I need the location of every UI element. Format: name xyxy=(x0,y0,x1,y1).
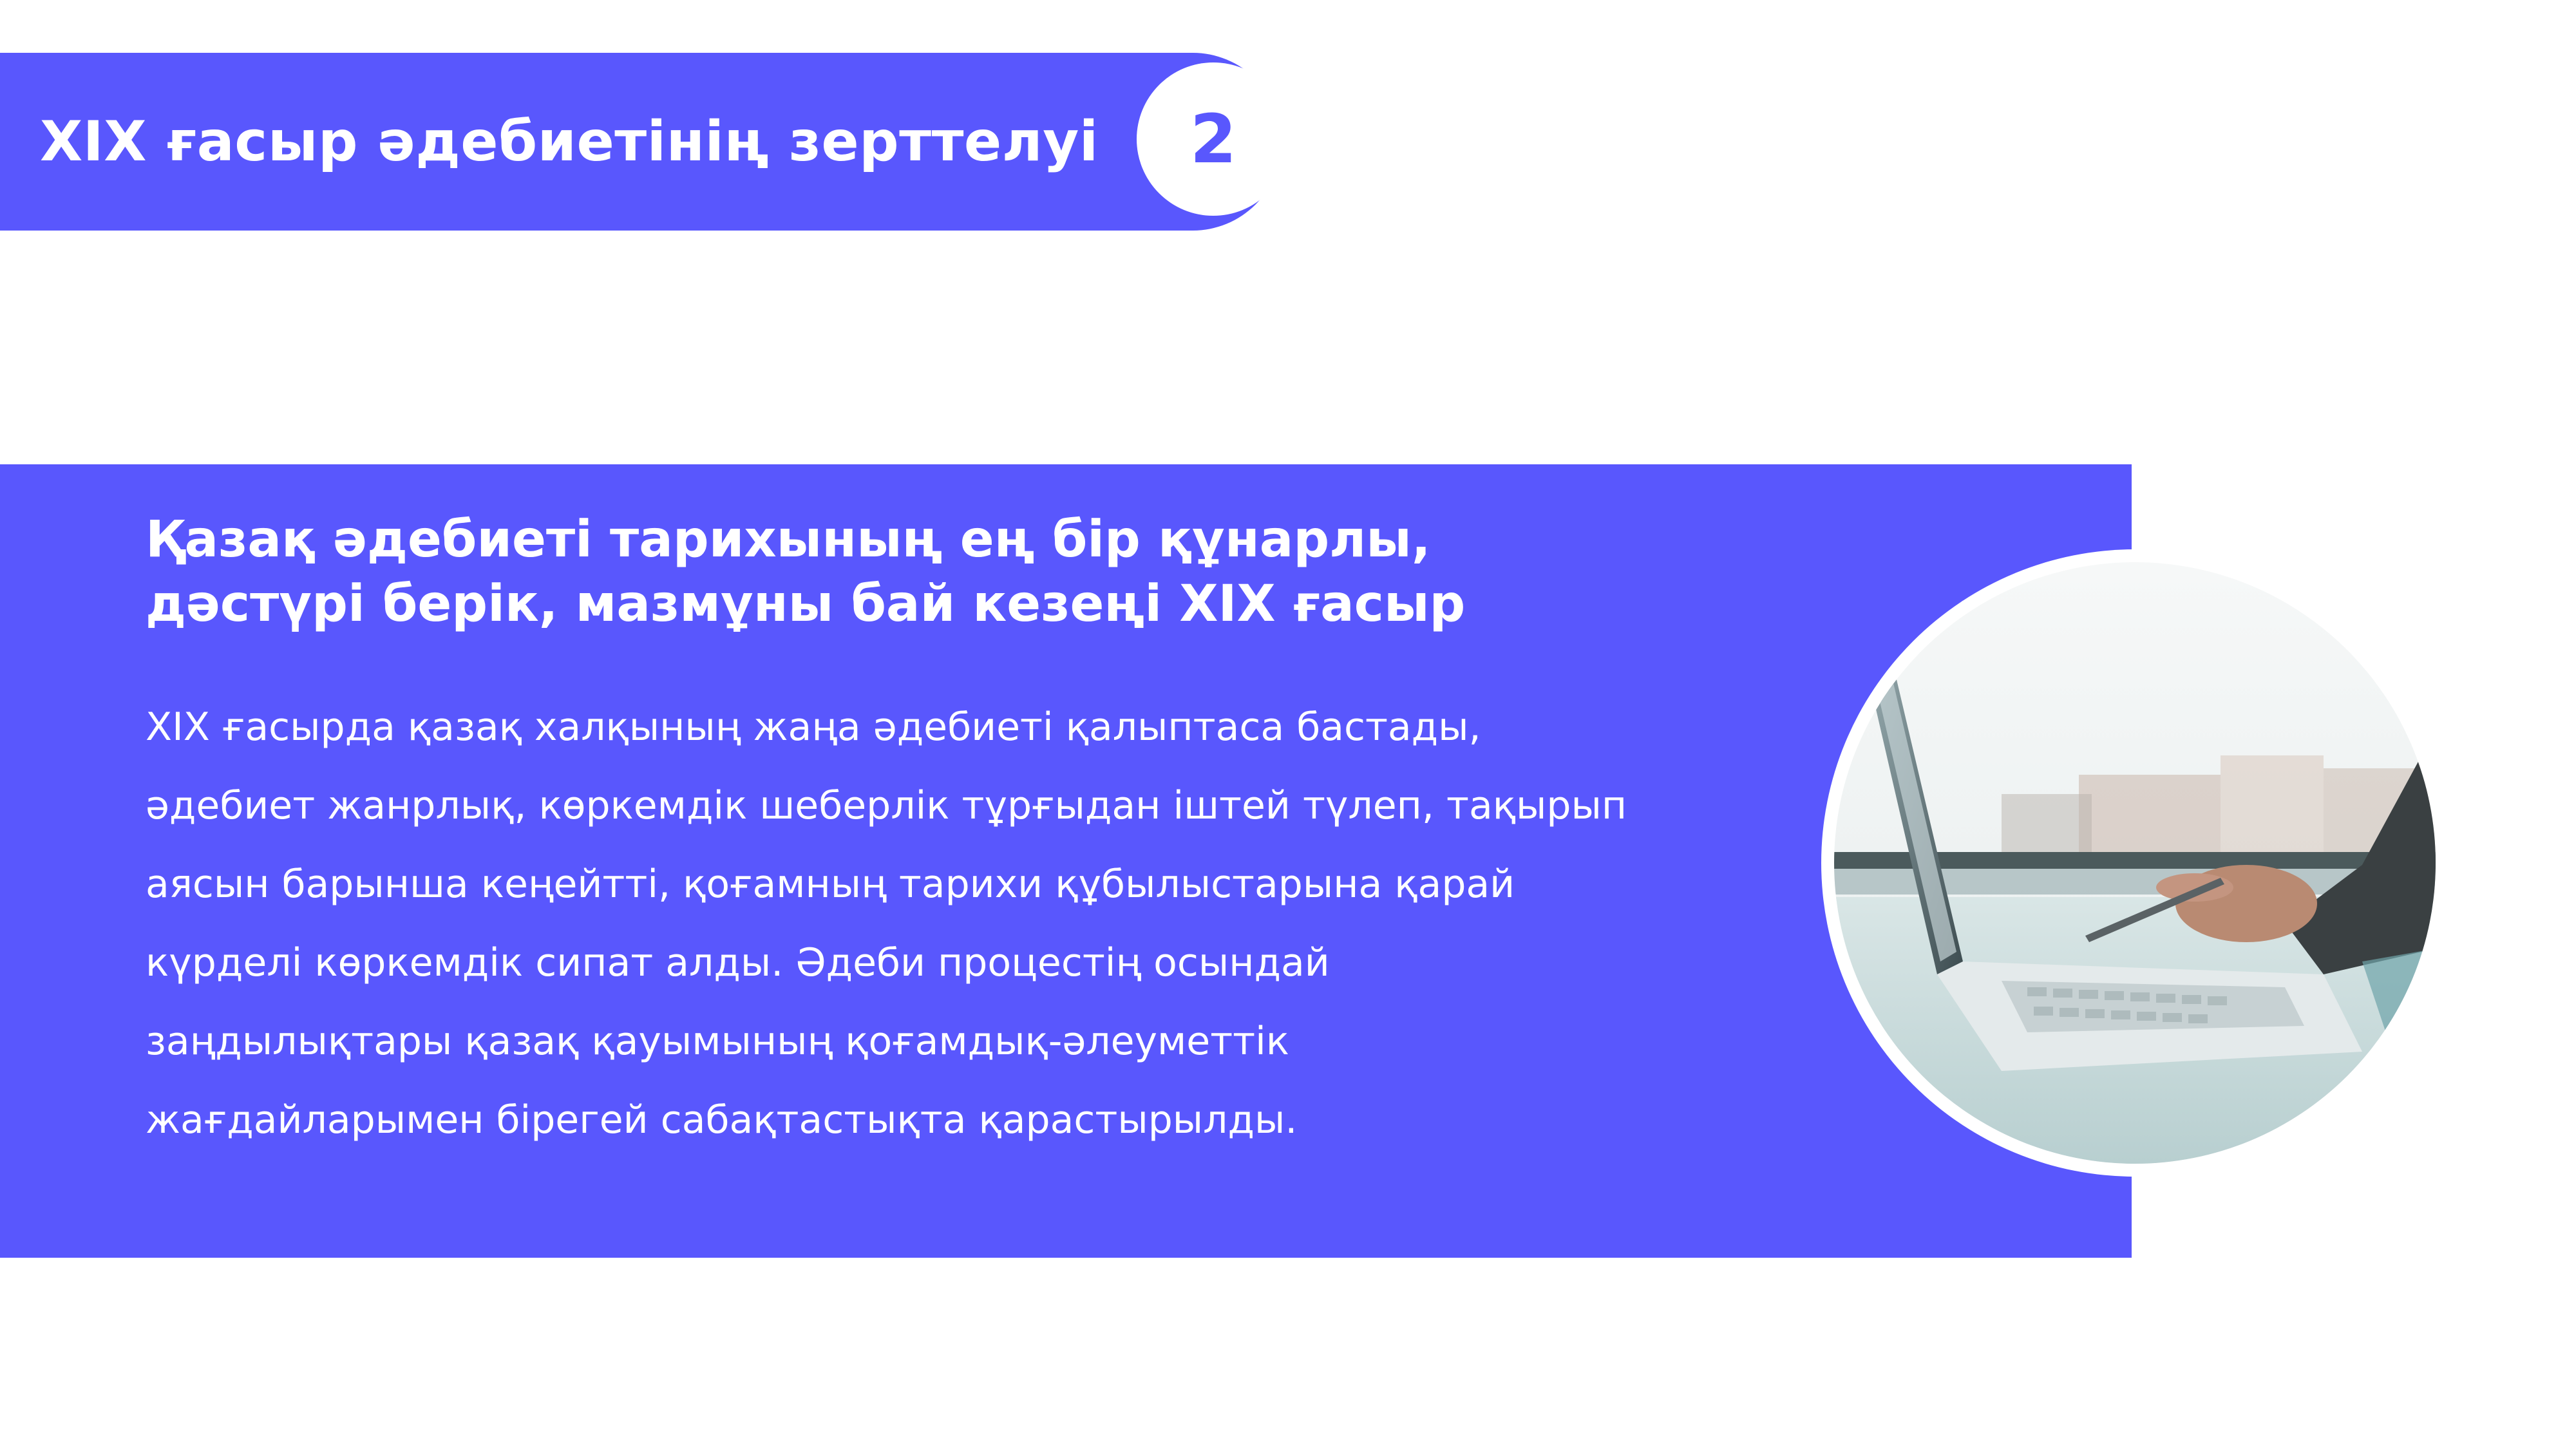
headline-line: Қазақ әдебиеті тарихының ең бір құнарлы, xyxy=(146,511,1431,569)
headline: Қазақ әдебиеті тарихының ең бір құнарлы,… xyxy=(146,507,1691,636)
body-line: күрделі көркемдік сипат алды. Әдеби проц… xyxy=(146,940,1330,985)
slide-title: XIX ғасыр әдебиетінің зерттелуі xyxy=(40,109,1099,174)
body-line: әдебиет жанрлық, көркемдік шеберлік тұрғ… xyxy=(146,783,1627,828)
body-line: XIX ғасырда қазақ халқының жаңа әдебиеті… xyxy=(146,705,1481,750)
body-line: заңдылықтары қазақ қауымының қоғамдық-әл… xyxy=(146,1019,1290,1064)
laptop-photo xyxy=(1834,562,2436,1164)
laptop-illustration xyxy=(1834,562,2436,1164)
headline-line: дәстүрі берік, мазмұны бай кезеңі XIX ға… xyxy=(146,575,1466,633)
body-line: аясын барынша кеңейтті, қоғамның тарихи … xyxy=(146,862,1515,907)
body-paragraph: XIX ғасырда қазақ халқының жаңа әдебиеті… xyxy=(146,688,1768,1159)
slide-number-badge: 2 xyxy=(1137,62,1290,216)
body-line: жағдайларымен бірегей сабақтастықта қара… xyxy=(146,1097,1298,1142)
